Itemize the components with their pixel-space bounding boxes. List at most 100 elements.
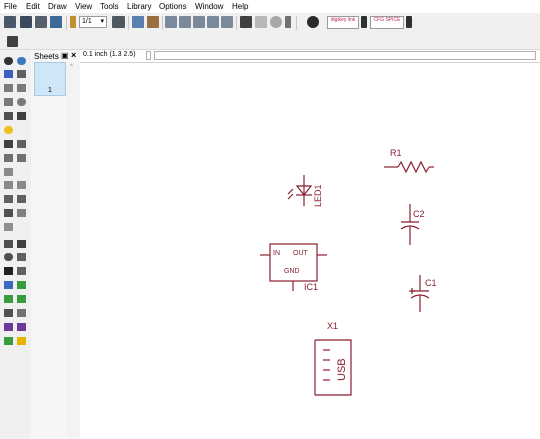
digikey-link-button[interactable]: digikey link bbox=[327, 16, 359, 29]
menu-draw[interactable]: Draw bbox=[48, 2, 67, 11]
optimize-icon[interactable] bbox=[4, 223, 13, 231]
group-icon[interactable] bbox=[4, 112, 13, 120]
chevron-down-icon[interactable] bbox=[406, 16, 412, 28]
wire-icon[interactable] bbox=[4, 240, 13, 248]
zoom-fit-icon[interactable] bbox=[165, 16, 177, 28]
ic1-gnd-pin: GND bbox=[284, 268, 300, 275]
frame-icon[interactable] bbox=[4, 323, 13, 331]
smash-icon[interactable] bbox=[4, 195, 13, 203]
name-icon[interactable] bbox=[4, 181, 13, 189]
label-icon[interactable] bbox=[17, 295, 26, 303]
menu-library[interactable]: Library bbox=[127, 2, 151, 11]
parameter-toolbar bbox=[0, 34, 540, 50]
menu-tools[interactable]: Tools bbox=[100, 2, 119, 11]
erc-icon[interactable] bbox=[4, 337, 13, 345]
grid-icon[interactable] bbox=[7, 36, 18, 47]
menu-help[interactable]: Help bbox=[232, 2, 248, 11]
invoke-icon[interactable] bbox=[17, 209, 26, 217]
change-icon[interactable] bbox=[17, 112, 26, 120]
sheet-select-value: 1/1 bbox=[82, 18, 92, 25]
command-input[interactable] bbox=[154, 51, 536, 60]
save-icon[interactable] bbox=[20, 16, 32, 28]
arc-icon[interactable] bbox=[17, 253, 26, 261]
help-icon[interactable] bbox=[307, 16, 319, 28]
chevron-down-icon[interactable] bbox=[361, 16, 367, 28]
zoom-select-icon[interactable] bbox=[221, 16, 233, 28]
gateswap-icon[interactable] bbox=[4, 168, 13, 176]
led1-diode-symbol bbox=[287, 175, 313, 206]
zoom-in-icon[interactable] bbox=[179, 16, 191, 28]
sheets-title: Sheets bbox=[34, 52, 59, 61]
rotate-icon[interactable] bbox=[17, 98, 26, 106]
sheet-icon bbox=[70, 16, 76, 28]
menu-options[interactable]: Options bbox=[159, 2, 187, 11]
junction-icon[interactable] bbox=[4, 295, 13, 303]
sheet-select[interactable]: 1/1 ▾ bbox=[79, 16, 107, 28]
sheet-thumbnail[interactable]: 1 bbox=[34, 62, 66, 96]
circle-icon[interactable] bbox=[4, 253, 13, 261]
schematic-drawing bbox=[260, 160, 434, 396]
redo-icon[interactable] bbox=[255, 16, 267, 28]
use-library-icon[interactable] bbox=[132, 16, 144, 28]
undock-icon[interactable]: ▣ bbox=[61, 51, 69, 60]
dimension-icon[interactable] bbox=[17, 309, 26, 317]
r1-label: R1 bbox=[390, 148, 402, 158]
polygon-icon[interactable] bbox=[17, 267, 26, 275]
print-icon[interactable] bbox=[35, 16, 47, 28]
ic1-in-pin: IN bbox=[273, 250, 280, 257]
go-icon[interactable] bbox=[285, 16, 291, 28]
c1-label: C1 bbox=[425, 278, 437, 288]
chevron-down-icon: ▾ bbox=[100, 18, 104, 25]
module-icon[interactable] bbox=[17, 323, 26, 331]
menu-file[interactable]: File bbox=[4, 2, 17, 11]
mirror-icon[interactable] bbox=[4, 98, 13, 106]
delete-icon[interactable] bbox=[4, 140, 13, 148]
command-palette bbox=[0, 50, 32, 439]
replace-icon[interactable] bbox=[17, 154, 26, 162]
zoom-redraw-icon[interactable] bbox=[207, 16, 219, 28]
open-icon[interactable] bbox=[4, 16, 16, 28]
menu-edit[interactable]: Edit bbox=[26, 2, 40, 11]
miter-icon[interactable] bbox=[17, 195, 26, 203]
ic1-label: IC1 bbox=[304, 282, 319, 292]
main-toolbar: 1/1 ▾ digikey link CFG SPICE bbox=[0, 13, 540, 34]
menu-view[interactable]: View bbox=[75, 2, 92, 11]
paste-icon[interactable] bbox=[4, 126, 13, 134]
menu-window[interactable]: Window bbox=[195, 2, 223, 11]
x1-label: X1 bbox=[327, 321, 339, 331]
display-icon[interactable] bbox=[4, 70, 13, 78]
cfg-spice-button[interactable]: CFG SPICE bbox=[370, 16, 404, 29]
grid-coordinate-readout: 0.1 inch (1.3 2.5) bbox=[83, 51, 136, 58]
net-icon[interactable] bbox=[17, 281, 26, 289]
board-switch-icon[interactable] bbox=[112, 16, 125, 28]
attribute-icon[interactable] bbox=[4, 309, 13, 317]
pinswap-icon[interactable] bbox=[4, 154, 13, 162]
sheets-header: Sheets ▣ × bbox=[31, 50, 80, 62]
chevron-up-icon[interactable]: ^ bbox=[70, 64, 73, 70]
rect-icon[interactable] bbox=[4, 267, 13, 275]
close-icon[interactable]: × bbox=[71, 50, 76, 60]
info-icon[interactable] bbox=[4, 57, 13, 65]
sheet-number: 1 bbox=[48, 87, 52, 94]
move-icon[interactable] bbox=[4, 84, 13, 92]
sheets-scrollbar[interactable]: ^ bbox=[66, 63, 79, 438]
undo-icon[interactable] bbox=[240, 16, 252, 28]
mark-icon[interactable] bbox=[17, 70, 26, 78]
schematic-canvas[interactable]: R1 LED1 C2 C1 IC1 IN OUT GND X1 USB bbox=[80, 63, 540, 439]
text-icon[interactable] bbox=[17, 240, 26, 248]
add-icon[interactable] bbox=[17, 140, 26, 148]
x1-body-label: USB bbox=[336, 358, 348, 381]
split-icon[interactable] bbox=[4, 209, 13, 217]
r1-resistor-symbol bbox=[384, 160, 434, 174]
zoom-out-icon[interactable] bbox=[193, 16, 205, 28]
library-manager-icon[interactable] bbox=[147, 16, 159, 28]
errors-icon[interactable] bbox=[17, 337, 26, 345]
copy-icon[interactable] bbox=[17, 84, 26, 92]
cam-processor-icon[interactable] bbox=[50, 16, 62, 28]
bus-icon[interactable] bbox=[4, 281, 13, 289]
stop-icon[interactable] bbox=[270, 16, 282, 28]
mode-indicator bbox=[146, 51, 151, 60]
show-icon[interactable] bbox=[17, 57, 26, 65]
ic1-out-pin: OUT bbox=[293, 250, 308, 257]
value-icon[interactable] bbox=[17, 181, 26, 189]
